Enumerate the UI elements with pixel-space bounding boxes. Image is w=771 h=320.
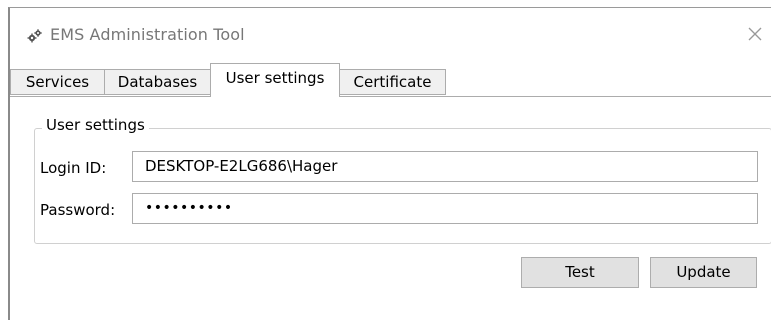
- close-icon[interactable]: [745, 24, 765, 44]
- window-title: EMS Administration Tool: [50, 25, 245, 44]
- password-field[interactable]: ••••••••••: [132, 193, 758, 224]
- title-bar: EMS Administration Tool: [10, 8, 771, 58]
- tab-user-settings[interactable]: User settings: [210, 63, 340, 97]
- gears-icon: [27, 29, 42, 43]
- tab-services[interactable]: Services: [10, 69, 105, 95]
- groupbox-title: User settings: [42, 116, 149, 134]
- user-settings-groupbox: [34, 128, 771, 244]
- ems-admin-window: EMS Administration Tool Services Databas…: [8, 7, 771, 320]
- tab-databases[interactable]: Databases: [104, 69, 211, 95]
- login-id-label: Login ID:: [40, 159, 107, 177]
- tab-certificate[interactable]: Certificate: [339, 69, 446, 95]
- update-button[interactable]: Update: [650, 257, 757, 288]
- test-button[interactable]: Test: [521, 257, 639, 288]
- tab-panel-border: [10, 96, 771, 97]
- password-label: Password:: [40, 201, 116, 219]
- login-id-field[interactable]: DESKTOP-E2LG686\Hager: [132, 151, 758, 182]
- tab-strip: Services Databases User settings Certifi…: [10, 63, 771, 97]
